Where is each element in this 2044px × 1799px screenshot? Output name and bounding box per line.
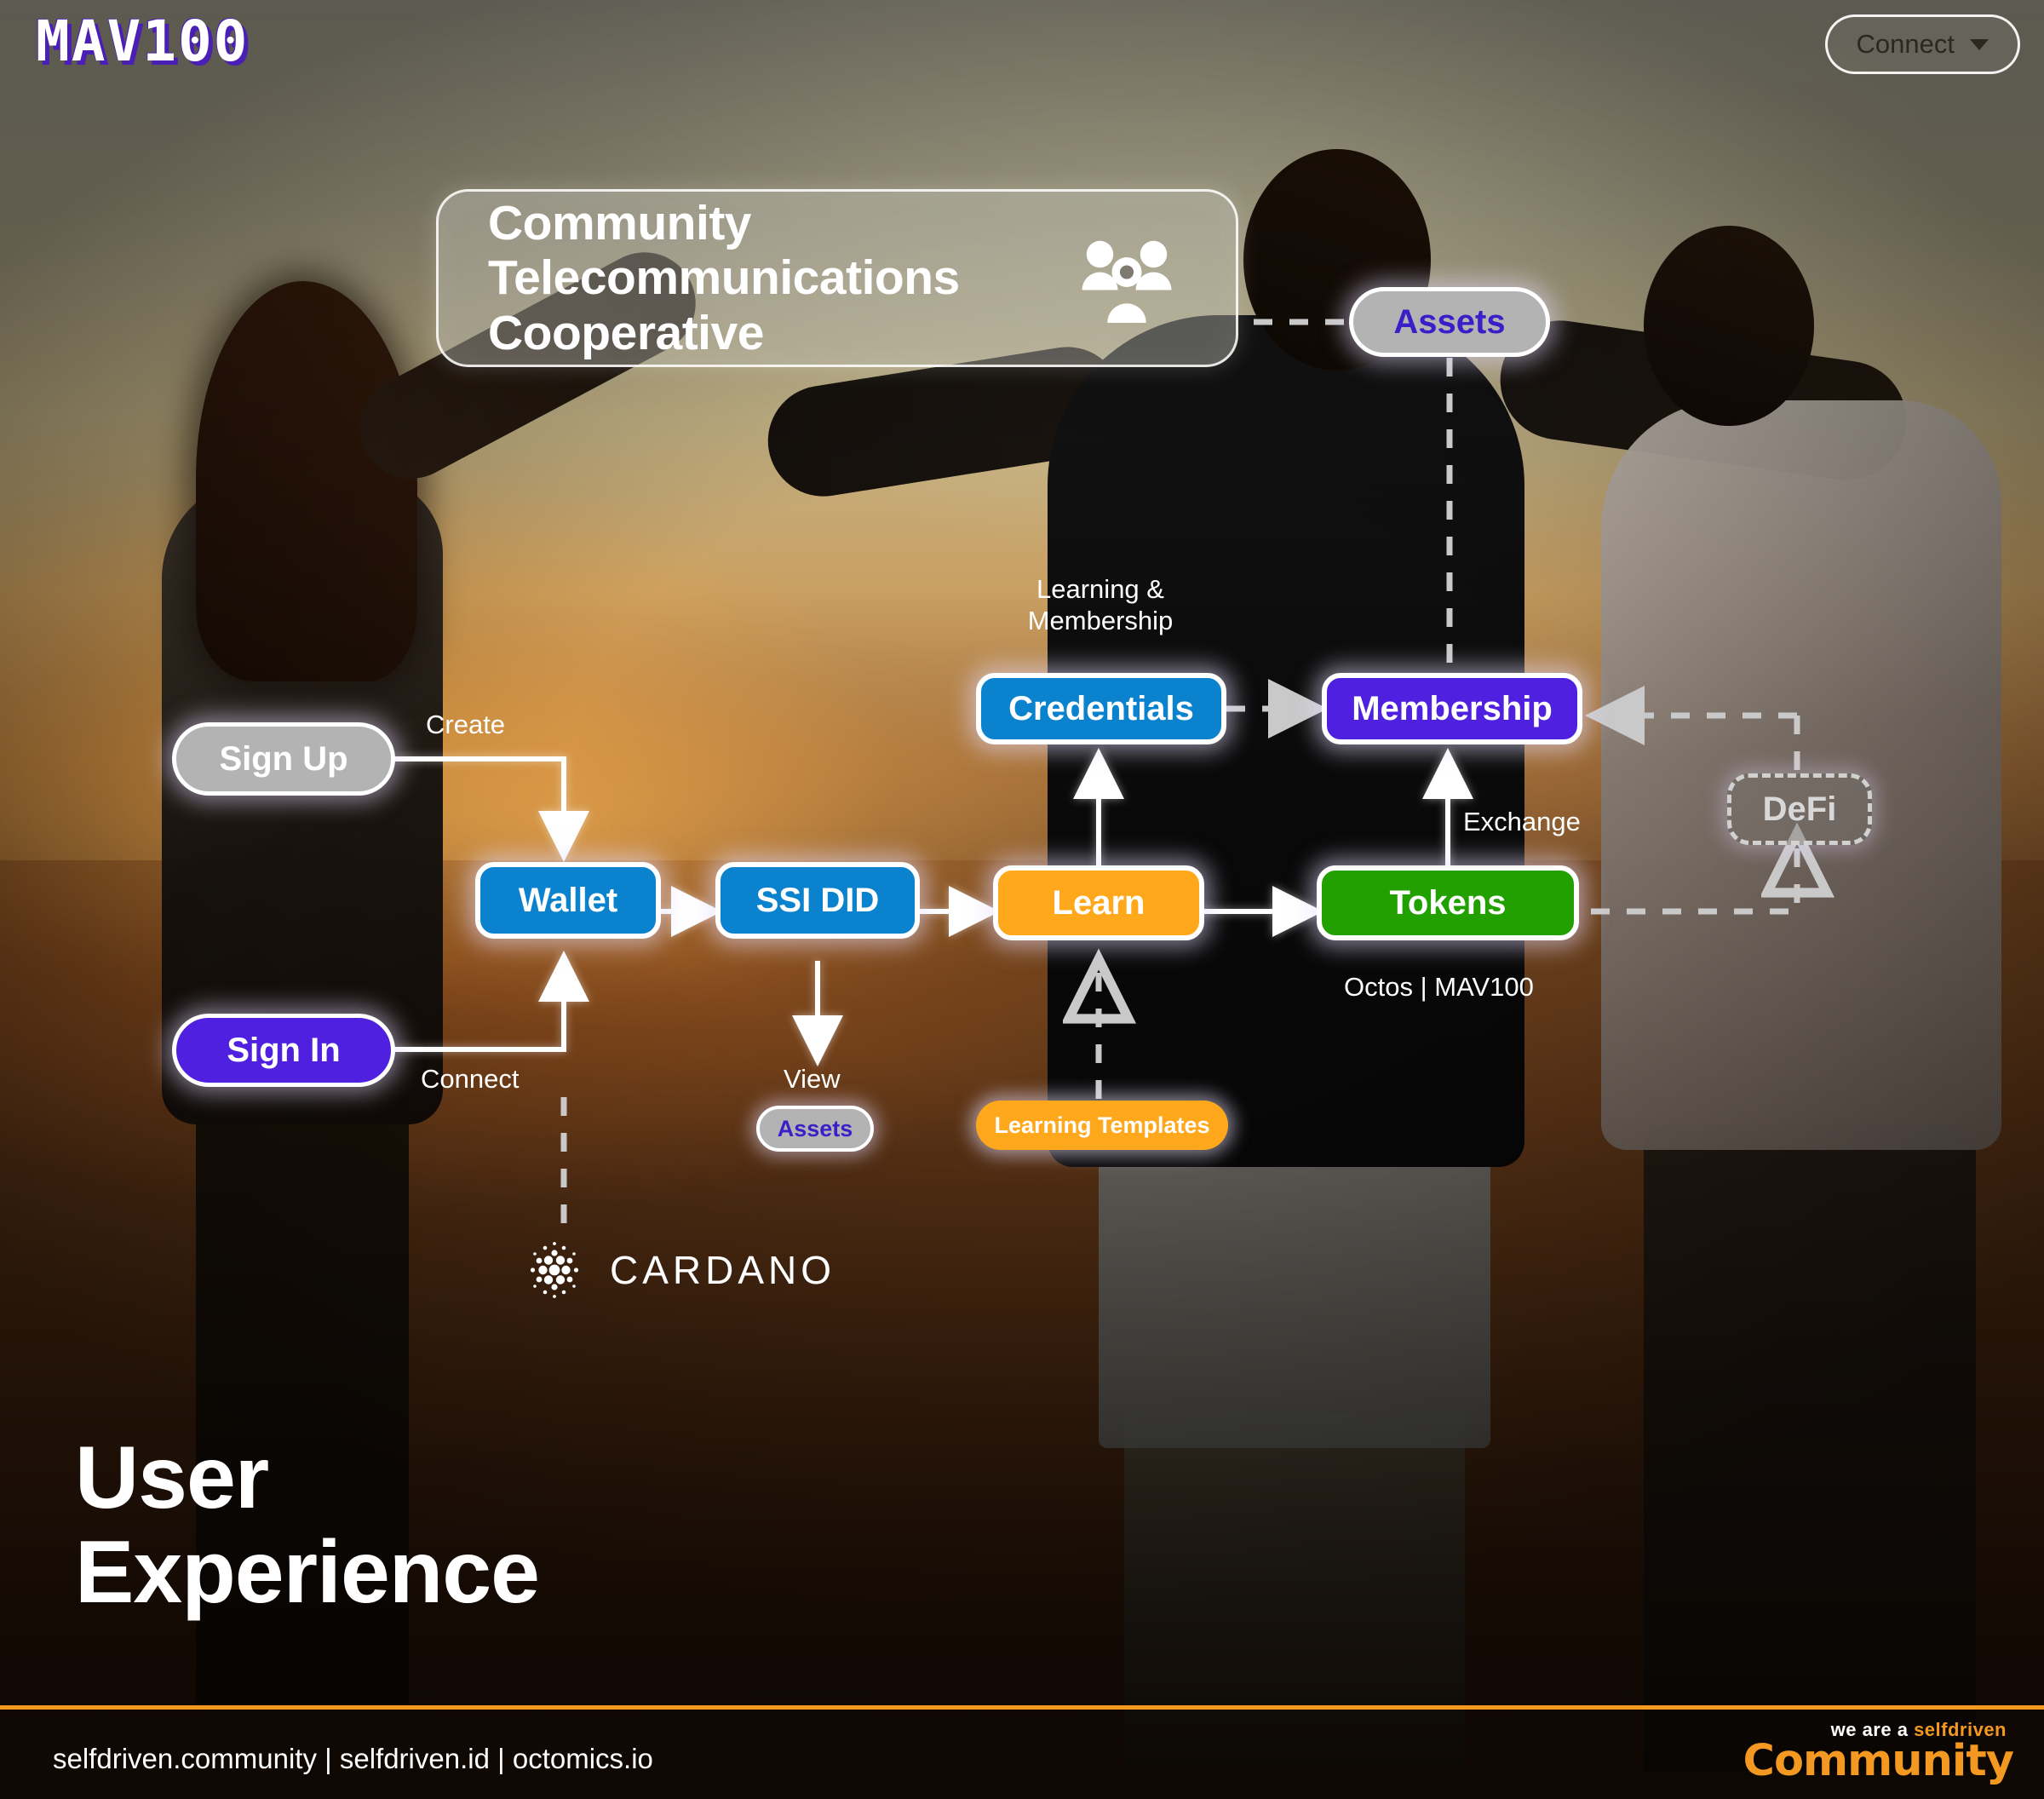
node-credentials[interactable]: Credentials xyxy=(976,673,1226,744)
chevron-down-icon xyxy=(1970,38,1989,50)
selfdriven-logo-wordmark: Community xyxy=(1743,1736,2014,1786)
node-label: Membership xyxy=(1352,689,1553,727)
cardano-logo-icon xyxy=(530,1242,579,1298)
title-card: Community Telecommunications Cooperative xyxy=(436,189,1238,367)
node-assets-top[interactable]: Assets xyxy=(1349,287,1550,357)
cardano-chain-badge: CARDANO xyxy=(521,1237,835,1303)
node-assets-small[interactable]: Assets xyxy=(756,1106,874,1152)
node-wallet[interactable]: Wallet xyxy=(475,862,661,939)
node-label: Tokens xyxy=(1389,883,1507,922)
node-label: Learning Templates xyxy=(994,1112,1210,1138)
node-membership[interactable]: Membership xyxy=(1322,673,1582,744)
node-defi[interactable]: DeFi xyxy=(1727,773,1872,845)
edge-label-learning-membership: Learning & Membership xyxy=(1027,574,1174,636)
edge-label-exchange: Exchange xyxy=(1463,807,1581,836)
connect-button-label: Connect xyxy=(1856,29,1955,59)
node-ssi-did[interactable]: SSI DID xyxy=(715,862,920,939)
edge-label-create: Create xyxy=(426,710,506,739)
node-label: Credentials xyxy=(1008,689,1194,727)
node-sign-up[interactable]: Sign Up xyxy=(172,722,395,796)
connect-wallet-button[interactable]: Connect xyxy=(1824,14,2020,74)
screenshot-root: MAV100 Connect Community Telecommunicati… xyxy=(0,0,2044,1799)
node-label: Sign In xyxy=(227,1031,341,1069)
node-label: DeFi xyxy=(1762,790,1837,828)
footer-links[interactable]: selfdriven.community | selfdriven.id | o… xyxy=(53,1743,653,1775)
node-label: SSI DID xyxy=(755,881,880,919)
cardano-wordmark: CARDANO xyxy=(610,1248,836,1292)
node-label: Assets xyxy=(1393,302,1506,341)
people-group-icon xyxy=(1082,240,1172,323)
tokens-caption: Octos | MAV100 xyxy=(1344,972,1534,1002)
footer-divider xyxy=(0,1705,2044,1710)
brand-logo[interactable]: MAV100 xyxy=(36,9,249,74)
node-sign-in[interactable]: Sign In xyxy=(172,1014,395,1087)
node-label: Learn xyxy=(1052,883,1145,922)
edge-label-view: View xyxy=(784,1064,841,1094)
node-learning-templates[interactable]: Learning Templates xyxy=(976,1101,1228,1150)
edge-label-connect: Connect xyxy=(421,1064,520,1094)
node-learn[interactable]: Learn xyxy=(993,865,1204,940)
node-label: Assets xyxy=(777,1115,853,1141)
selfdriven-community-logo[interactable]: we are a selfdriven Community xyxy=(1743,1719,2014,1786)
node-label: Wallet xyxy=(518,881,618,919)
hero-heading: User Experience xyxy=(75,1428,540,1623)
node-label: Sign Up xyxy=(219,739,348,778)
node-tokens[interactable]: Tokens xyxy=(1317,865,1579,940)
